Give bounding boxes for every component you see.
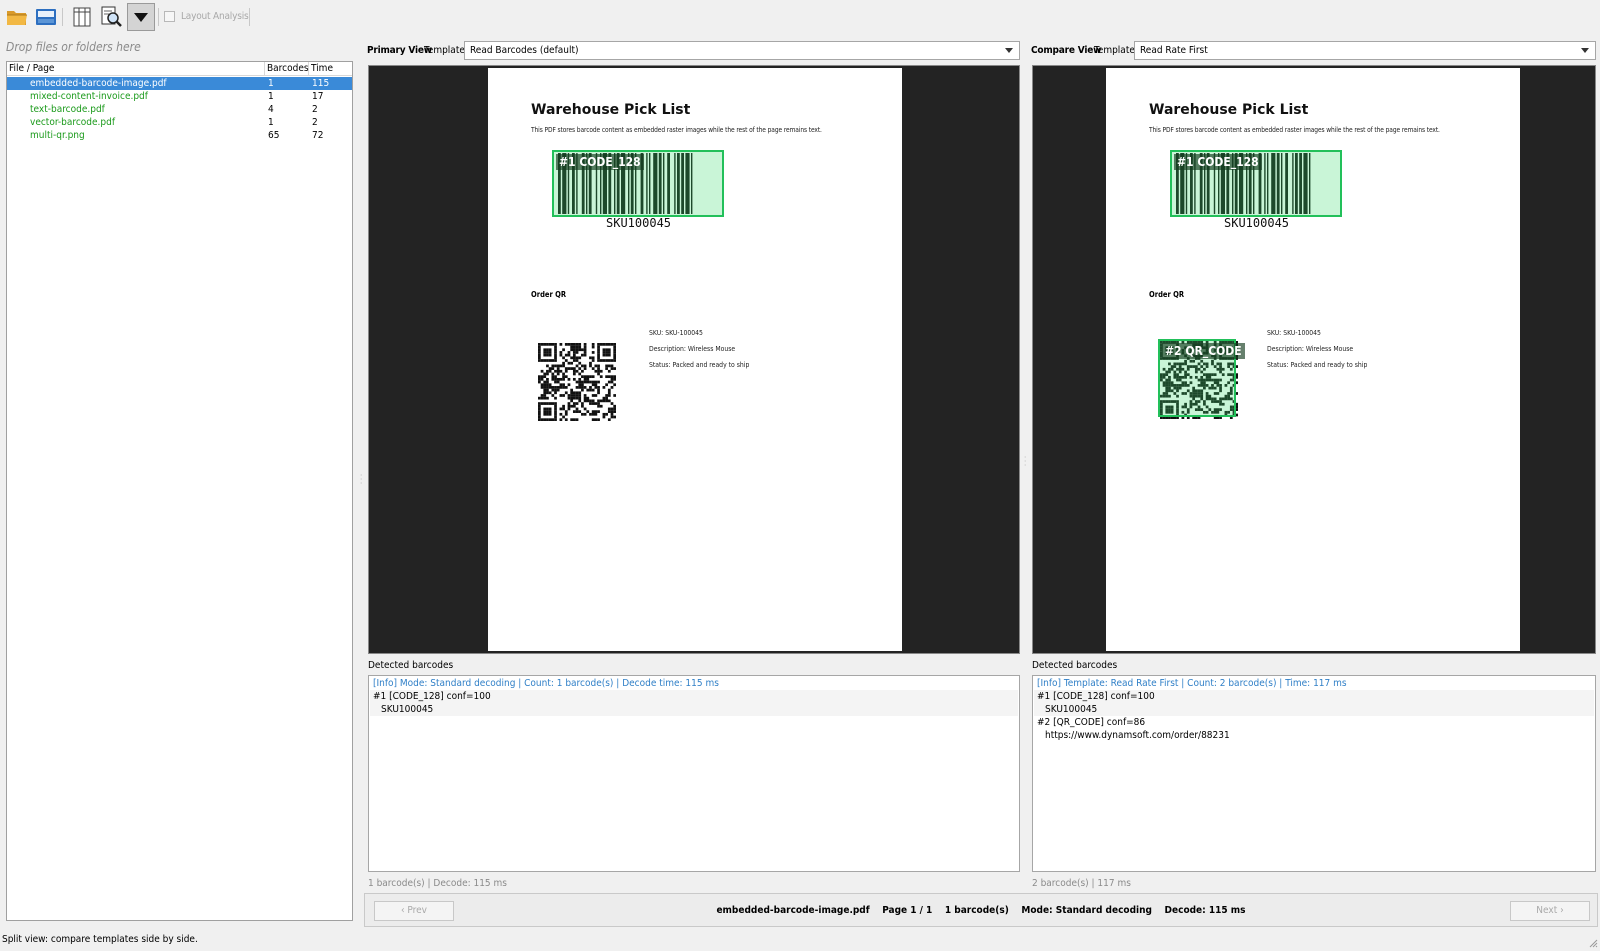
file-barcodes: 1 — [268, 91, 274, 102]
file-time: 2 — [312, 117, 318, 128]
open-folder-icon[interactable] — [4, 4, 30, 30]
primary-view-label: Primary View — [367, 45, 432, 56]
sku-line: SKU: SKU-100045 — [649, 329, 703, 337]
file-time: 2 — [312, 104, 318, 115]
file-name: multi-qr.png — [30, 130, 85, 141]
primary-detected-label: Detected barcodes — [368, 660, 454, 671]
nav-decode: Decode: 115 ms — [1164, 905, 1246, 916]
save-icon[interactable] — [33, 4, 59, 30]
file-row[interactable]: mixed-content-invoice.pdf 1 17 — [7, 90, 352, 103]
compare-template-label: Template: — [1094, 45, 1138, 56]
file-time: 17 — [312, 91, 324, 102]
toolbar-separator — [249, 8, 250, 26]
document-subtitle: This PDF stores barcode content as embed… — [531, 126, 822, 134]
primary-stat: 1 barcode(s) | Decode: 115 ms — [368, 878, 507, 889]
result-value: SKU100045 — [1045, 704, 1098, 715]
compare-results-panel[interactable]: [Info] Template: Read Rate First | Count… — [1032, 675, 1596, 872]
document-page: Warehouse Pick List This PDF stores barc… — [488, 68, 902, 651]
sku-line: SKU: SKU-100045 — [1267, 329, 1321, 337]
column-header-time[interactable]: Time (ms) — [309, 62, 352, 88]
result-line: #1 [CODE_128] conf=100 — [1037, 691, 1155, 702]
column-header-file[interactable]: File / Page — [7, 62, 265, 76]
document-title: Warehouse Pick List — [531, 102, 691, 118]
chevron-down-icon — [1005, 48, 1013, 53]
qr-highlight[interactable]: #2 QR_CODE — [1158, 339, 1245, 417]
file-name: embedded-barcode-image.pdf — [30, 78, 167, 89]
document-subtitle: This PDF stores barcode content as embed… — [1149, 126, 1440, 134]
description-line: Description: Wireless Mouse — [649, 345, 736, 353]
description-line: Description: Wireless Mouse — [1267, 345, 1354, 353]
document-page: Warehouse Pick List This PDF stores barc… — [1106, 68, 1520, 651]
layout-analysis-checkbox[interactable] — [164, 11, 175, 22]
page-navigation-bar: ‹ Prev embedded-barcode-image.pdf Page 1… — [364, 893, 1598, 927]
primary-template-value: Read Barcodes (default) — [470, 45, 579, 56]
file-barcodes: 65 — [268, 130, 280, 141]
primary-viewer[interactable]: Warehouse Pick List This PDF stores barc… — [368, 65, 1020, 654]
status-bar: Split view: compare templates side by si… — [2, 934, 198, 945]
primary-template-label: Template: — [424, 45, 468, 56]
compare-view-label: Compare View — [1031, 45, 1102, 56]
primary-template-select[interactable]: Read Barcodes (default) — [464, 41, 1020, 60]
order-qr-label: Order QR — [1149, 290, 1185, 299]
result-line: #1 [CODE_128] conf=100 — [373, 691, 491, 702]
chevron-down-icon — [1581, 48, 1589, 53]
status-line: Status: Packed and ready to ship — [1267, 361, 1368, 369]
compare-stat: 2 barcode(s) | 117 ms — [1032, 878, 1131, 889]
file-barcodes: 4 — [268, 104, 274, 115]
file-time: 115 — [312, 78, 330, 89]
next-button[interactable]: Next › — [1510, 901, 1590, 921]
barcode-overlay-label: #1 CODE_128 — [1174, 154, 1262, 170]
splitter-handle[interactable]: · · · — [360, 472, 362, 488]
file-row[interactable]: embedded-barcode-image.pdf 1 115 — [7, 77, 352, 90]
compare-viewer[interactable]: Warehouse Pick List This PDF stores barc… — [1032, 65, 1596, 654]
barcode-highlight[interactable]: #1 CODE_128 — [1170, 150, 1342, 217]
file-row[interactable]: multi-qr.png 65 72 — [7, 129, 352, 142]
file-row[interactable]: text-barcode.pdf 4 2 — [7, 103, 352, 116]
nav-info: embedded-barcode-image.pdf Page 1 / 1 1 … — [365, 905, 1597, 916]
primary-results-panel[interactable]: [Info] Mode: Standard decoding | Count: … — [368, 675, 1020, 872]
dropdown-arrow-icon[interactable] — [127, 3, 155, 31]
nav-mode: Mode: Standard decoding — [1021, 905, 1152, 916]
nav-page: Page 1 / 1 — [882, 905, 933, 916]
qr-overlay-label: #2 QR_CODE — [1162, 343, 1245, 359]
toolbar-separator — [62, 8, 63, 26]
barcode-highlight[interactable]: #1 CODE_128 — [552, 150, 724, 217]
column-header-barcodes[interactable]: Barcodes — [265, 62, 309, 76]
file-barcodes: 1 — [268, 78, 274, 89]
result-value: https://www.dynamsoft.com/order/88231 — [1045, 730, 1230, 741]
nav-file: embedded-barcode-image.pdf — [716, 905, 870, 916]
compare-template-value: Read Rate First — [1140, 45, 1208, 56]
order-qr-label: Order QR — [531, 290, 567, 299]
toolbar-separator — [158, 8, 159, 26]
document-title: Warehouse Pick List — [1149, 102, 1309, 118]
compare-template-select[interactable]: Read Rate First — [1134, 41, 1596, 60]
layout-analysis-label: Layout Analysis — [181, 11, 249, 22]
qr-code — [538, 343, 617, 422]
result-line: #2 [QR_CODE] conf=86 — [1037, 717, 1146, 728]
file-name: vector-barcode.pdf — [30, 117, 115, 128]
barcode-overlay-label: #1 CODE_128 — [556, 154, 644, 170]
barcode-sku-text: SKU100045 — [606, 216, 672, 230]
file-row[interactable]: vector-barcode.pdf 1 2 — [7, 116, 352, 129]
result-value: SKU100045 — [381, 704, 434, 715]
nav-count: 1 barcode(s) — [944, 905, 1009, 916]
toolbar: Layout Analysis — [0, 0, 1600, 34]
file-list[interactable]: File / Page Barcodes Time (ms) embedded-… — [6, 61, 353, 921]
splitter-handle[interactable]: · · · — [1024, 454, 1026, 470]
status-line: Status: Packed and ready to ship — [649, 361, 750, 369]
barcode-sku-text: SKU100045 — [1224, 216, 1290, 230]
compare-results-info: [Info] Template: Read Rate First | Count… — [1037, 678, 1347, 689]
compare-detected-label: Detected barcodes — [1032, 660, 1118, 671]
search-document-icon[interactable] — [98, 4, 124, 30]
file-time: 72 — [312, 130, 324, 141]
columns-icon[interactable] — [69, 4, 95, 30]
resize-grip-icon[interactable] — [1588, 938, 1598, 948]
file-name: mixed-content-invoice.pdf — [30, 91, 148, 102]
file-barcodes: 1 — [268, 117, 274, 128]
drop-hint: Drop files or folders here — [6, 40, 141, 54]
file-name: text-barcode.pdf — [30, 104, 105, 115]
primary-results-info: [Info] Mode: Standard decoding | Count: … — [373, 678, 719, 689]
